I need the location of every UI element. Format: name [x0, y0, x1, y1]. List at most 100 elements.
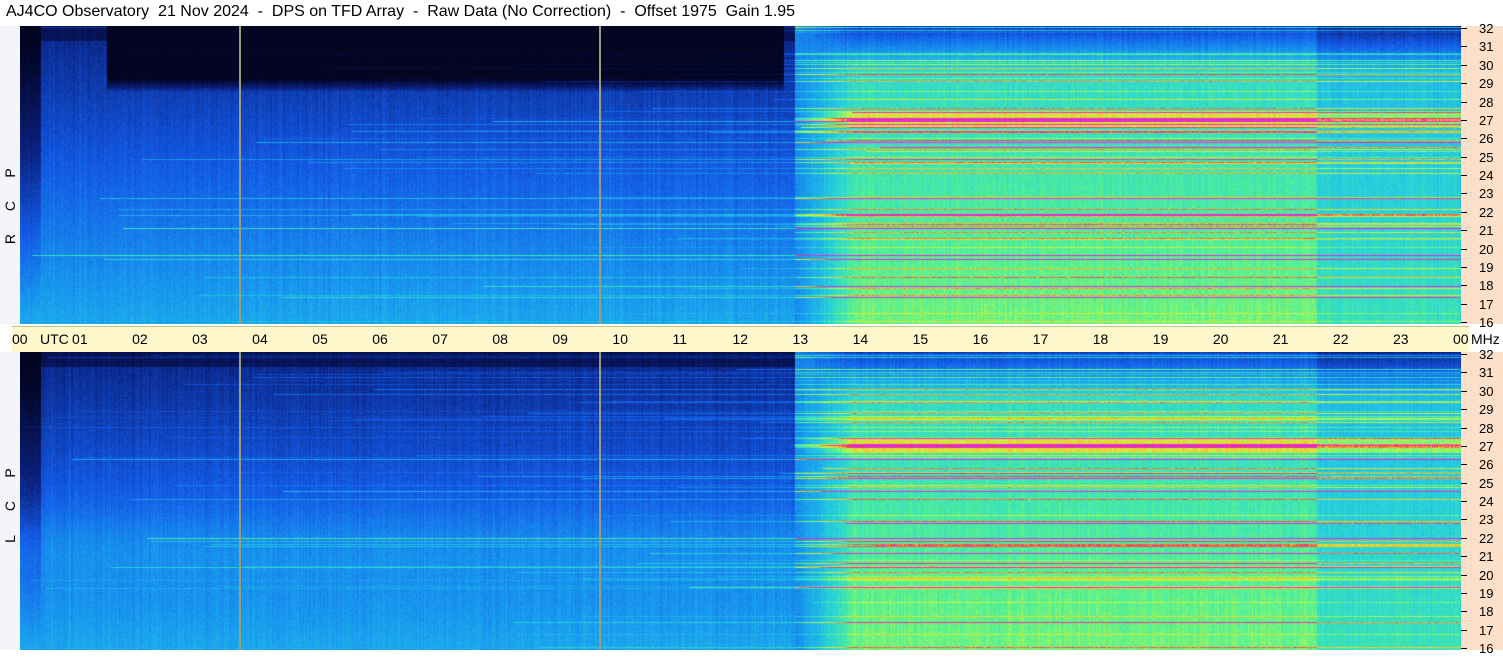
freq-tick-mark	[1461, 501, 1467, 502]
time-tick-label: 23	[1392, 331, 1409, 347]
freq-tick-label: 17	[1479, 622, 1494, 638]
time-tick-label: 22	[1332, 331, 1349, 347]
pol-letter: P	[2, 168, 18, 178]
bottom-margin	[0, 650, 1461, 672]
freq-tick-label: 26	[1479, 457, 1494, 473]
freq-tick-label: 18	[1479, 604, 1494, 620]
freq-tick-mark	[1461, 322, 1467, 323]
freq-tick-mark	[1461, 427, 1467, 429]
freq-tick-label: 30	[1479, 383, 1494, 399]
time-tick-label: 20	[1212, 331, 1229, 347]
freq-tick-mark	[1461, 372, 1467, 374]
freq-tick-label: 28	[1479, 420, 1494, 436]
freq-tick-label: 22	[1479, 530, 1494, 546]
freq-tick-mark	[1461, 266, 1467, 268]
freq-tick-label: 21	[1479, 549, 1494, 565]
pol-letter: C	[2, 500, 18, 512]
time-tick-label: 11	[672, 331, 687, 347]
freq-tick-mark	[1461, 592, 1467, 594]
rcp-spectrogram	[20, 26, 1461, 324]
freq-tick-label: 25	[1479, 475, 1494, 491]
freq-tick-label: 32	[1479, 21, 1494, 36]
time-tick-label: 17	[1032, 331, 1049, 347]
freq-tick-mark	[1461, 390, 1467, 392]
freq-tick-mark	[1461, 101, 1467, 103]
freq-tick-mark	[1461, 482, 1467, 484]
freq-tick-label: 23	[1479, 512, 1494, 528]
freq-tick-mark	[1461, 354, 1467, 355]
freq-tick-label: 32	[1479, 347, 1494, 362]
freq-tick-label: 30	[1479, 57, 1494, 73]
freq-tick-label: 25	[1479, 149, 1494, 165]
freq-tick-label: 31	[1479, 365, 1494, 381]
time-tick-label: 04	[252, 331, 268, 347]
freq-tick-label: 23	[1479, 186, 1494, 202]
time-tick-label: 01	[72, 331, 88, 347]
freq-tick-mark	[1461, 83, 1467, 85]
lcp-label-strip: L C P	[0, 352, 20, 650]
time-tick-label: 21	[1272, 331, 1289, 347]
time-tick-label: 16	[972, 331, 989, 347]
time-tick-label: 10	[612, 331, 628, 347]
freq-tick-label: 28	[1479, 94, 1494, 110]
time-tick-label: 00	[12, 331, 28, 347]
time-tick-label: 09	[552, 331, 568, 347]
time-tick-label: 13	[792, 331, 809, 347]
time-tick-label: 05	[312, 331, 328, 347]
time-unit-label: UTC	[40, 331, 69, 347]
time-tick-label: 03	[192, 331, 208, 347]
freq-tick-label: 29	[1479, 402, 1494, 418]
freq-tick-mark	[1461, 574, 1467, 576]
time-tick-label: 07	[432, 331, 448, 347]
freq-tick-label: 29	[1479, 76, 1494, 92]
freq-tick-mark	[1461, 445, 1467, 447]
freq-tick-mark	[1461, 138, 1467, 140]
time-tick-label: 00	[1453, 331, 1469, 347]
freq-tick-mark	[1461, 611, 1467, 613]
freq-tick-label: 22	[1479, 204, 1494, 220]
freq-tick-mark	[1461, 629, 1467, 631]
freq-tick-label: 21	[1479, 223, 1494, 239]
freq-tick-label: 19	[1479, 259, 1494, 275]
pol-letter: R	[2, 233, 18, 245]
pol-letter: C	[2, 200, 18, 212]
time-tick-label: 19	[1152, 331, 1169, 347]
pol-letter: P	[2, 468, 18, 478]
freq-tick-label: 26	[1479, 131, 1494, 147]
freq-tick-mark	[1461, 28, 1467, 29]
freq-tick-label: 16	[1479, 315, 1494, 330]
time-tick-label: 14	[852, 331, 869, 347]
time-marker-line	[239, 352, 242, 650]
freq-tick-mark	[1461, 648, 1467, 649]
freq-tick-label: 24	[1479, 168, 1494, 183]
time-marker-line	[599, 26, 602, 324]
freq-tick-mark	[1461, 119, 1467, 121]
freq-tick-label: 27	[1479, 112, 1494, 128]
freq-tick-mark	[1461, 519, 1467, 521]
time-axis: 00 01 02 03 04 05 06 07 08 09 10 11 12 13 14 15 16 17 18 19…	[12, 326, 1500, 353]
time-tick-label: 06	[372, 331, 388, 347]
rcp-label-strip: R C P	[0, 26, 20, 324]
time-tick-label: 18	[1092, 331, 1109, 347]
freq-unit-label: MHz	[1471, 331, 1500, 347]
time-marker-line	[239, 26, 242, 324]
freq-tick-mark	[1461, 248, 1467, 250]
freq-tick-mark	[1461, 464, 1467, 466]
title-bar: AJ4CO Observatory 21 Nov 2024 - DPS on T…	[0, 0, 1461, 26]
time-tick-label: 08	[492, 331, 508, 347]
lcp-frequency-axis: 16 17 18 19 20 21 22 23 24 25 26 27 28 29 30 31 32	[1461, 348, 1503, 655]
freq-tick-label: 19	[1479, 585, 1494, 601]
rcp-heatmap-canvas	[20, 26, 1461, 324]
freq-tick-mark	[1461, 156, 1467, 158]
rcp-frequency-axis: 16 17 18 19 20 21 22 23 24 25 26 27 28 29 30 31 32	[1461, 22, 1503, 329]
time-tick-label: 15	[912, 331, 929, 347]
freq-tick-label: 17	[1479, 296, 1494, 312]
freq-tick-mark	[1461, 175, 1467, 176]
freq-tick-mark	[1461, 230, 1467, 232]
pol-letter: L	[2, 535, 18, 543]
freq-tick-label: 27	[1479, 438, 1494, 454]
freq-tick-label: 24	[1479, 494, 1494, 509]
freq-tick-mark	[1461, 285, 1467, 287]
lcp-spectrogram	[20, 352, 1461, 650]
freq-tick-mark	[1461, 303, 1467, 305]
